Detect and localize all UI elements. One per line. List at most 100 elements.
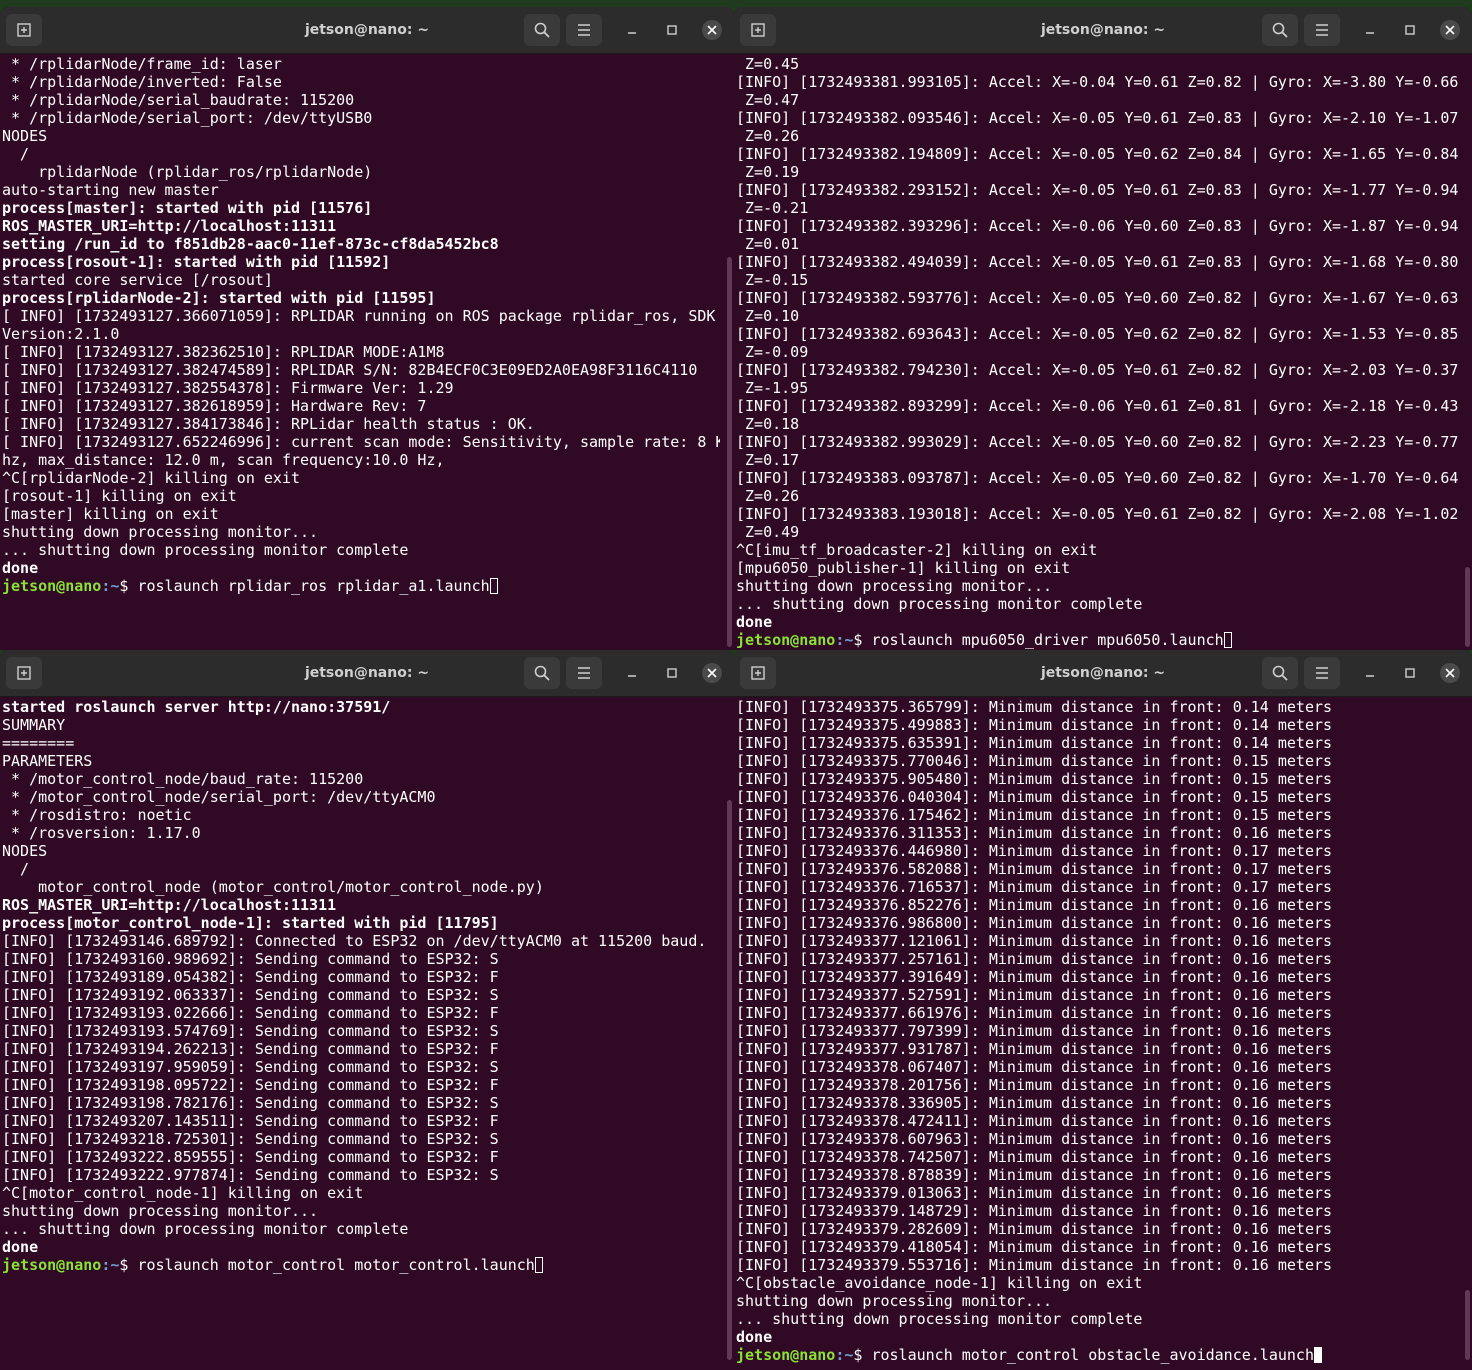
- scrollbar[interactable]: [1465, 1290, 1470, 1360]
- scrollbar[interactable]: [727, 800, 732, 1360]
- terminal-line: [INFO] [1732493379.418054]: Minimum dist…: [736, 1238, 1333, 1256]
- new-tab-button[interactable]: [6, 657, 42, 689]
- prompt-symbol: $: [853, 631, 872, 649]
- terminal-output[interactable]: * /rplidarNode/frame_id: laser * /rplida…: [2, 55, 720, 650]
- terminal-line: * /rplidarNode/inverted: False: [2, 73, 282, 91]
- search-button[interactable]: [524, 657, 560, 689]
- new-tab-button[interactable]: [6, 14, 42, 46]
- command-prompt[interactable]: jetson@nano:~$ roslaunch mpu6050_driver …: [736, 631, 1458, 649]
- terminal-line: started roslaunch server http://nano:375…: [2, 698, 391, 716]
- terminal-line: done: [736, 613, 773, 631]
- terminal-line: [INFO] [1732493382.794230]: Accel: X=-0.…: [736, 361, 1458, 379]
- search-button[interactable]: [524, 14, 560, 46]
- new-tab-button[interactable]: [740, 14, 776, 46]
- prompt-symbol: $: [119, 1256, 138, 1274]
- title-bar[interactable]: jetson@nano: ~: [0, 650, 734, 697]
- scrollbar[interactable]: [727, 257, 732, 647]
- terminal-output[interactable]: [INFO] [1732493375.365799]: Minimum dist…: [736, 698, 1458, 1370]
- maximize-button[interactable]: [662, 663, 682, 683]
- command-text[interactable]: roslaunch motor_control motor_control.la…: [137, 1256, 534, 1274]
- terminal-window-rplidar[interactable]: jetson@nano: ~ * /rplidarNode/frame_id: …: [0, 7, 734, 650]
- terminal-line: [INFO] [1732493198.782176]: Sending comm…: [2, 1094, 499, 1112]
- minimize-icon: [628, 675, 636, 677]
- maximize-icon: [1405, 25, 1415, 35]
- search-icon: [534, 22, 550, 38]
- terminal-line: /: [2, 860, 30, 878]
- command-text[interactable]: roslaunch rplidar_ros rplidar_a1.launch: [137, 577, 489, 595]
- terminal-line: NODES: [2, 842, 48, 860]
- minimize-button[interactable]: [1360, 20, 1380, 40]
- terminal-line: [INFO] [1732493379.282609]: Minimum dist…: [736, 1220, 1333, 1238]
- terminal-line: SUMMARY: [2, 716, 66, 734]
- command-text[interactable]: roslaunch motor_control obstacle_avoidan…: [871, 1346, 1314, 1364]
- close-button[interactable]: [702, 663, 722, 683]
- terminal-window-obstacle-avoidance[interactable]: jetson@nano: ~ [INFO] [1732493375.365799…: [734, 650, 1472, 1370]
- terminal-line: Z=-0.21: [736, 199, 809, 217]
- maximize-button[interactable]: [662, 20, 682, 40]
- menu-button[interactable]: [566, 657, 602, 689]
- title-bar[interactable]: jetson@nano: ~: [734, 650, 1472, 697]
- terminal-line: * /motor_control_node/serial_port: /dev/…: [2, 788, 436, 806]
- command-text[interactable]: roslaunch mpu6050_driver mpu6050.launch: [871, 631, 1223, 649]
- terminal-line: [INFO] [1732493383.193018]: Accel: X=-0.…: [736, 505, 1458, 523]
- new-tab-icon: [751, 23, 765, 37]
- terminal-line: * /rosdistro: noetic: [2, 806, 192, 824]
- terminal-window-motor-control[interactable]: jetson@nano: ~ started roslaunch server …: [0, 650, 734, 1370]
- command-prompt[interactable]: jetson@nano:~$ roslaunch motor_control m…: [2, 1256, 720, 1274]
- terminal-line: [INFO] [1732493382.194809]: Accel: X=-0.…: [736, 145, 1458, 163]
- terminal-line: Z=0.49: [736, 523, 800, 541]
- terminal-line: shutting down processing monitor...: [2, 1202, 319, 1220]
- terminal-line: rplidarNode (rplidar_ros/rplidarNode): [2, 163, 373, 181]
- minimize-button[interactable]: [1360, 663, 1380, 683]
- terminal-line: [INFO] [1732493382.393296]: Accel: X=-0.…: [736, 217, 1458, 235]
- terminal-line: Z=0.26: [736, 127, 800, 145]
- menu-button[interactable]: [1304, 657, 1340, 689]
- terminal-line: done: [2, 1238, 39, 1256]
- terminal-line: [ INFO] [1732493127.384173846]: RPLidar …: [2, 415, 535, 433]
- minimize-icon: [1366, 32, 1374, 34]
- terminal-line: [INFO] [1732493376.986800]: Minimum dist…: [736, 914, 1333, 932]
- terminal-line: ... shutting down processing monitor com…: [736, 595, 1143, 613]
- terminal-window-mpu6050[interactable]: jetson@nano: ~ Z=0.45 [INFO] [1732493381.…: [734, 7, 1472, 650]
- search-button[interactable]: [1262, 14, 1298, 46]
- new-tab-button[interactable]: [740, 657, 776, 689]
- hamburger-menu-icon: [1316, 24, 1328, 36]
- terminal-line: [INFO] [1732493378.742507]: Minimum dist…: [736, 1148, 1333, 1166]
- close-button[interactable]: [702, 20, 722, 40]
- terminal-line: NODES: [2, 127, 48, 145]
- close-button[interactable]: [1440, 20, 1460, 40]
- terminal-line: shutting down processing monitor...: [736, 577, 1053, 595]
- title-bar[interactable]: jetson@nano: ~: [734, 7, 1472, 54]
- terminal-line: [ INFO] [1732493127.382618959]: Hardware…: [2, 397, 427, 415]
- close-icon: [707, 25, 717, 35]
- close-icon: [1445, 25, 1455, 35]
- command-prompt[interactable]: jetson@nano:~$ roslaunch rplidar_ros rpl…: [2, 577, 720, 595]
- scrollbar[interactable]: [1465, 567, 1470, 647]
- terminal-line: [INFO] [1732493378.336905]: Minimum dist…: [736, 1094, 1333, 1112]
- terminal-line: [ INFO] [1732493127.382474589]: RPLIDAR …: [2, 361, 698, 379]
- close-button[interactable]: [1440, 663, 1460, 683]
- terminal-line: Z=-0.09: [736, 343, 809, 361]
- terminal-line: [INFO] [1732493378.201756]: Minimum dist…: [736, 1076, 1333, 1094]
- terminal-line: [INFO] [1732493376.852276]: Minimum dist…: [736, 896, 1333, 914]
- maximize-button[interactable]: [1400, 663, 1420, 683]
- terminal-output[interactable]: started roslaunch server http://nano:375…: [2, 698, 720, 1370]
- text-cursor: [489, 578, 498, 594]
- minimize-button[interactable]: [622, 663, 642, 683]
- terminal-line: [INFO] [1732493382.993029]: Accel: X=-0.…: [736, 433, 1458, 451]
- command-prompt[interactable]: jetson@nano:~$ roslaunch motor_control o…: [736, 1346, 1458, 1364]
- terminal-line: Z=0.26: [736, 487, 800, 505]
- terminal-line: [INFO] [1732493194.262213]: Sending comm…: [2, 1040, 499, 1058]
- maximize-button[interactable]: [1400, 20, 1420, 40]
- menu-button[interactable]: [1304, 14, 1340, 46]
- terminal-output[interactable]: Z=0.45 [INFO] [1732493381.993105]: Accel:…: [736, 55, 1458, 650]
- menu-button[interactable]: [566, 14, 602, 46]
- text-cursor: [534, 1257, 543, 1273]
- minimize-button[interactable]: [622, 20, 642, 40]
- title-bar[interactable]: jetson@nano: ~: [0, 7, 734, 54]
- new-tab-icon: [17, 23, 31, 37]
- terminal-line: [INFO] [1732493377.257161]: Minimum dist…: [736, 950, 1333, 968]
- search-button[interactable]: [1262, 657, 1298, 689]
- terminal-line: * /rplidarNode/serial_port: /dev/ttyUSB0: [2, 109, 373, 127]
- terminal-line: [ INFO] [1732493127.652246996]: current …: [2, 433, 720, 451]
